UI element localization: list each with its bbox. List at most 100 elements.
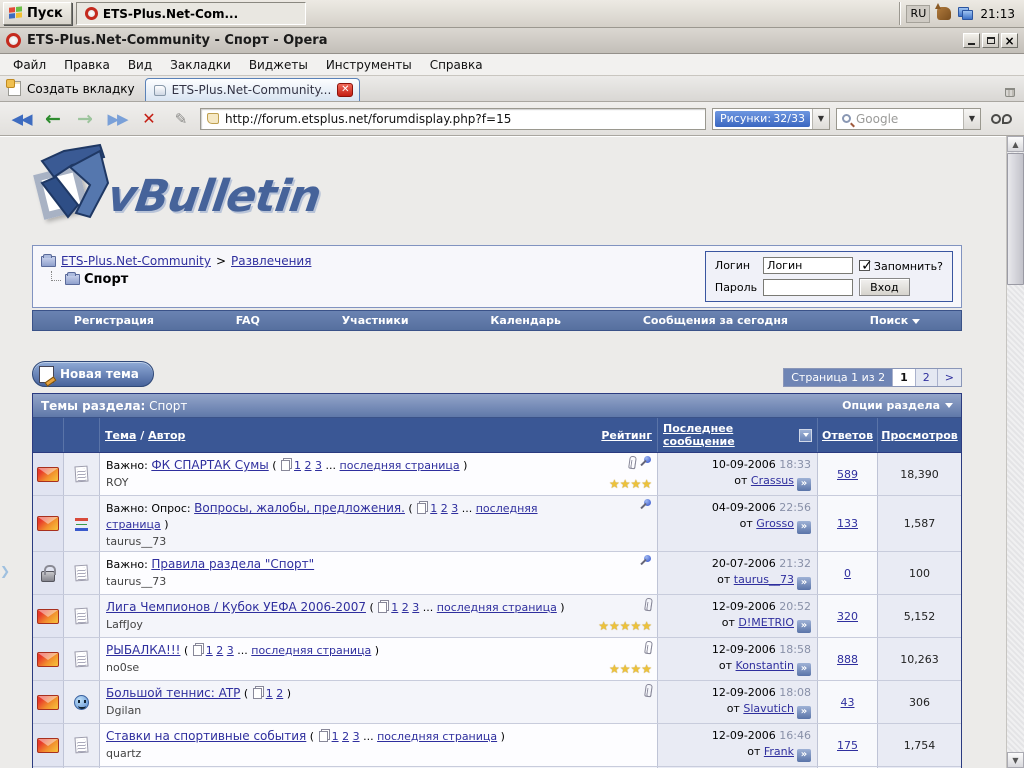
new-thread-button[interactable]: Новая тема	[32, 361, 154, 387]
lastpost-author-link[interactable]: Slavutich	[743, 702, 794, 715]
sort-lastpost-link[interactable]: Последнее сообщение	[663, 422, 795, 448]
scroll-down-button[interactable]: ▼	[1007, 752, 1024, 768]
fast-forward-button[interactable]: ▶▶	[104, 107, 130, 131]
start-button[interactable]: Пуск	[3, 2, 72, 25]
sort-desc-icon[interactable]	[799, 429, 812, 442]
goto-last-post-icon[interactable]: »	[797, 620, 811, 633]
nav-members[interactable]: Участники	[342, 314, 409, 327]
window-titlebar[interactable]: ETS-Plus.Net-Community - Спорт - Opera ×	[0, 28, 1024, 54]
page-1-current[interactable]: 1	[892, 369, 915, 386]
language-indicator[interactable]: RU	[906, 5, 930, 23]
sort-topic-link[interactable]: Тема	[105, 429, 136, 442]
closed-tabs-button[interactable]	[1000, 83, 1020, 101]
sort-author-link[interactable]: Автор	[148, 429, 185, 442]
thread-replies-link[interactable]: 175	[837, 739, 858, 752]
goto-last-post-icon[interactable]: »	[797, 706, 811, 719]
thread-replies-link[interactable]: 589	[837, 468, 858, 481]
last-page-link[interactable]: последняя страница	[340, 459, 460, 472]
goto-last-post-icon[interactable]: »	[797, 521, 811, 534]
page-2-link[interactable]: 2	[915, 369, 937, 386]
taskbar-app-button[interactable]: ETS-Plus.Net-Com...	[76, 2, 306, 25]
forward-button[interactable]: →	[72, 107, 98, 131]
thread-page-link[interactable]: 2	[441, 502, 448, 515]
login-input[interactable]	[763, 257, 853, 274]
images-control[interactable]: Рисунки: 32/33 ▼	[712, 108, 830, 130]
forum-options-button[interactable]: Опции раздела	[842, 399, 953, 412]
close-button[interactable]: ×	[1001, 33, 1018, 48]
sort-replies-link[interactable]: Ответов	[822, 429, 873, 442]
address-bar[interactable]: http://forum.etsplus.net/forumdisplay.ph…	[200, 108, 706, 130]
goto-last-post-icon[interactable]: »	[797, 478, 811, 491]
edit-page-button[interactable]: ✎	[168, 107, 194, 131]
lastpost-author-link[interactable]: Crassus	[751, 474, 794, 487]
menu-edit[interactable]: Правка	[55, 56, 119, 74]
url-text[interactable]: http://forum.etsplus.net/forumdisplay.ph…	[225, 112, 511, 126]
tab-active[interactable]: ETS-Plus.Net-Community... ✕	[145, 78, 361, 101]
thread-page-link[interactable]: 2	[216, 644, 223, 657]
search-placeholder[interactable]: Google	[856, 112, 958, 126]
thread-page-link[interactable]: 2	[305, 459, 312, 472]
search-box[interactable]: Google ▼	[836, 108, 981, 130]
scrollbar-thumb[interactable]	[1007, 153, 1024, 285]
thread-replies-link[interactable]: 133	[837, 517, 858, 530]
lastpost-author-link[interactable]: D!METRIO	[738, 616, 794, 629]
thread-page-link[interactable]: 1	[206, 644, 213, 657]
thread-page-link[interactable]: 1	[332, 730, 339, 743]
zoom-glasses-icon[interactable]	[987, 114, 1016, 124]
lastpost-author-link[interactable]: Grosso	[756, 517, 794, 530]
thread-page-link[interactable]: 1	[294, 459, 301, 472]
images-dropdown-arrow[interactable]: ▼	[812, 109, 829, 129]
lastpost-author-link[interactable]: Konstantin	[736, 659, 794, 672]
thread-page-link[interactable]: 3	[315, 459, 322, 472]
thread-replies-link[interactable]: 0	[844, 567, 851, 580]
thread-page-link[interactable]: 3	[451, 502, 458, 515]
thread-replies-link[interactable]: 888	[837, 653, 858, 666]
nav-register[interactable]: Регистрация	[74, 314, 154, 327]
minimize-button[interactable]	[963, 33, 980, 48]
nav-calendar[interactable]: Календарь	[490, 314, 561, 327]
breadcrumb-section-link[interactable]: Развлечения	[231, 254, 311, 268]
thread-title-link[interactable]: Лига Чемпионов / Кубок УЕФА 2006-2007	[106, 600, 366, 614]
last-page-link[interactable]: последняя страница	[377, 730, 497, 743]
thread-title-link[interactable]: РЫБАЛКА!!!	[106, 643, 180, 657]
stop-button[interactable]: ✕	[136, 107, 162, 131]
lastpost-author-link[interactable]: taurus__73	[734, 573, 794, 586]
thread-page-link[interactable]: 1	[391, 601, 398, 614]
restore-button[interactable]	[982, 33, 999, 48]
thread-page-link[interactable]: 2	[276, 687, 283, 700]
menu-bookmarks[interactable]: Закладки	[161, 56, 240, 74]
thread-title-link[interactable]: Ставки на спортивные события	[106, 729, 306, 743]
menu-tools[interactable]: Инструменты	[317, 56, 421, 74]
last-page-link[interactable]: последняя страница	[437, 601, 557, 614]
sort-views-link[interactable]: Просмотров	[881, 429, 957, 442]
nav-search[interactable]: Поиск	[870, 314, 920, 327]
thread-page-link[interactable]: 3	[227, 644, 234, 657]
goto-last-post-icon[interactable]: »	[797, 577, 811, 590]
menu-file[interactable]: Файл	[4, 56, 55, 74]
thread-page-link[interactable]: 3	[412, 601, 419, 614]
thread-replies-link[interactable]: 43	[841, 696, 855, 709]
goto-last-post-icon[interactable]: »	[797, 663, 811, 676]
thread-replies-link[interactable]: 320	[837, 610, 858, 623]
menu-view[interactable]: Вид	[119, 56, 161, 74]
thread-page-link[interactable]: 1	[266, 687, 273, 700]
back-button[interactable]: ←	[40, 107, 66, 131]
last-page-link[interactable]: последняя страница	[251, 644, 371, 657]
password-input[interactable]	[763, 279, 853, 296]
thread-title-link[interactable]: Вопросы, жалобы, предложения.	[194, 501, 405, 515]
breadcrumb-root-link[interactable]: ETS-Plus.Net-Community	[61, 254, 211, 268]
search-dropdown-arrow[interactable]: ▼	[963, 109, 980, 129]
nav-todays-posts[interactable]: Сообщения за сегодня	[643, 314, 788, 327]
thread-page-link[interactable]: 2	[402, 601, 409, 614]
login-submit-button[interactable]: Вход	[859, 278, 909, 296]
thread-title-link[interactable]: ФК СПАРТАК Сумы	[151, 458, 268, 472]
menu-widgets[interactable]: Виджеты	[240, 56, 317, 74]
thread-title-link[interactable]: Большой теннис: ATP	[106, 686, 240, 700]
new-tab-button[interactable]: Создать вкладку	[4, 78, 145, 101]
thread-page-link[interactable]: 2	[342, 730, 349, 743]
lastpost-author-link[interactable]: Frank	[764, 745, 794, 758]
menu-help[interactable]: Справка	[421, 56, 492, 74]
rewind-button[interactable]: ◀◀	[8, 107, 34, 131]
thread-page-link[interactable]: 3	[353, 730, 360, 743]
network-tray-icon[interactable]	[958, 7, 973, 20]
